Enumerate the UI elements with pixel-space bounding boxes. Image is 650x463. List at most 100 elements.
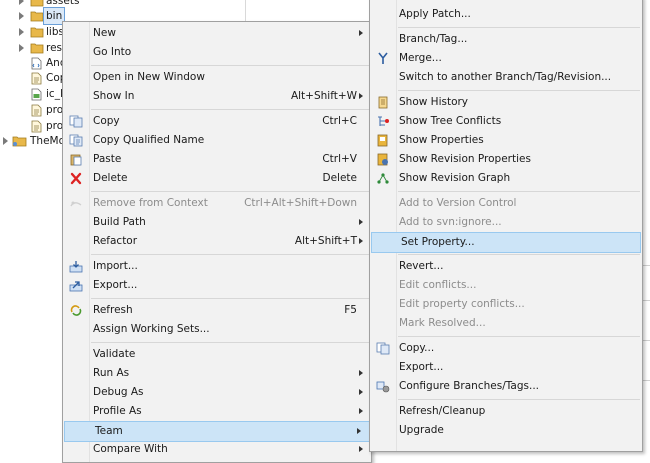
menu-item-show-history[interactable]: Show History <box>370 93 642 112</box>
menu-item-configure-branches-tags[interactable]: Configure Branches/Tags... <box>370 377 642 396</box>
tree-item-label: pro <box>46 104 64 116</box>
shortcut-label: Alt+Shift+W <box>290 90 357 102</box>
menu-item-upgrade[interactable]: Upgrade <box>370 421 642 440</box>
menu-item-import[interactable]: Import... <box>63 257 371 276</box>
menu-item-refresh-cleanup[interactable]: Refresh/Cleanup <box>370 402 642 421</box>
menu-item-label: Refresh/Cleanup <box>399 405 486 417</box>
menu-item-apply-patch[interactable]: Apply Patch... <box>370 5 642 24</box>
menu-item-label: Paste <box>93 153 122 165</box>
delete-icon <box>69 172 83 185</box>
remove-context-icon <box>69 197 83 210</box>
menu-item-export[interactable]: Export... <box>370 358 642 377</box>
properties-icon <box>376 134 390 147</box>
menu-item-merge[interactable]: Merge... <box>370 49 642 68</box>
menu-item-validate[interactable]: Validate <box>63 345 371 364</box>
menu-item-profile-as[interactable]: Profile As <box>63 402 371 421</box>
menu-item-label: Apply Patch... <box>399 8 471 20</box>
menu-item-label: Debug As <box>93 386 144 398</box>
menu-item-refresh[interactable]: Refresh F5 <box>63 301 371 320</box>
history-icon <box>376 96 390 109</box>
text-file-icon <box>30 104 43 117</box>
shortcut-label: Ctrl+V <box>322 153 357 165</box>
submenu-arrow-icon <box>359 389 363 395</box>
refresh-icon <box>69 304 83 317</box>
expand-arrow-icon[interactable] <box>19 0 24 5</box>
menu-item-label: Open in New Window <box>93 71 205 83</box>
menu-item-add-to-version-control: Add to Version Control <box>370 194 642 213</box>
menu-item-copy[interactable]: Copy... <box>370 339 642 358</box>
menu-item-debug-as[interactable]: Debug As <box>63 383 371 402</box>
menu-item-build-path[interactable]: Build Path <box>63 213 371 232</box>
xml-file-icon <box>30 57 43 70</box>
menu-item-label: Copy... <box>399 342 435 354</box>
tree-item-label: res <box>46 42 63 54</box>
expand-arrow-icon[interactable] <box>19 44 24 52</box>
menu-item-copy[interactable]: Copy Ctrl+C <box>63 112 371 131</box>
menu-item-assign-working-sets[interactable]: Assign Working Sets... <box>63 320 371 339</box>
shortcut-label: Ctrl+C <box>322 115 357 127</box>
menu-item-label: Upgrade <box>399 424 444 436</box>
menu-item-show-tree-conflicts[interactable]: Show Tree Conflicts <box>370 112 642 131</box>
tree-item-label: TheMo <box>30 135 66 147</box>
copy-qualified-name-icon <box>69 134 83 147</box>
submenu-arrow-icon <box>359 408 363 414</box>
menu-item-mark-resolved: Mark Resolved... <box>370 314 642 333</box>
menu-item-show-revision-properties[interactable]: Show Revision Properties <box>370 150 642 169</box>
menu-item-label: Refactor <box>93 235 138 247</box>
menu-item-team[interactable]: Team <box>64 421 370 442</box>
shortcut-label: Alt+Shift+T <box>294 235 357 247</box>
menu-item-switch-to-another-branch-tag-revision[interactable]: Switch to another Branch/Tag/Revision... <box>370 68 642 87</box>
expand-arrow-icon[interactable] <box>19 12 24 20</box>
menu-item-go-into[interactable]: Go Into <box>63 43 371 62</box>
submenu-arrow-icon <box>359 238 363 244</box>
submenu-arrow-icon <box>359 30 363 36</box>
copy-icon <box>69 115 83 128</box>
menu-item-label: Add to svn:ignore... <box>399 216 502 228</box>
menu-item-delete[interactable]: Delete Delete <box>63 169 371 188</box>
shortcut-label: F5 <box>344 304 357 316</box>
menu-item-show-properties[interactable]: Show Properties <box>370 131 642 150</box>
configure-branches-icon <box>376 380 390 393</box>
submenu-arrow-icon <box>359 370 363 376</box>
submenu-arrow-icon <box>359 93 363 99</box>
menu-item-copy-qualified-name[interactable]: Copy Qualified Name <box>63 131 371 150</box>
menu-item-label: Revert... <box>399 260 444 272</box>
menu-item-label: Copy Qualified Name <box>93 134 205 146</box>
menu-item-compare-with[interactable]: Compare With <box>63 440 371 459</box>
shortcut-label: Delete <box>322 172 358 184</box>
menu-item-revert[interactable]: Revert... <box>370 257 642 276</box>
menu-item-label: Refresh <box>93 304 133 316</box>
menu-item-branch-tag[interactable]: Branch/Tag... <box>370 30 642 49</box>
folder-icon <box>30 26 44 38</box>
menu-item-label: Import... <box>93 260 138 272</box>
context-menu: New Go Into Open in New Window Show In Alt+S… <box>62 21 372 463</box>
expand-arrow-icon[interactable] <box>19 28 24 36</box>
menu-item-label: Build Path <box>93 216 146 228</box>
menu-item-open-in-new-window[interactable]: Open in New Window <box>63 68 371 87</box>
export-icon <box>69 279 83 292</box>
expand-arrow-icon[interactable] <box>3 137 8 145</box>
menu-item-label: Profile As <box>93 405 142 417</box>
menu-item-show-revision-graph[interactable]: Show Revision Graph <box>370 169 642 188</box>
menu-item-paste[interactable]: Paste Ctrl+V <box>63 150 371 169</box>
submenu-arrow-icon <box>359 446 363 452</box>
menu-item-label: Show In <box>93 90 135 102</box>
menu-item-label: Compare With <box>93 443 168 455</box>
menu-separator <box>91 298 369 299</box>
menu-item-label: New <box>93 27 116 39</box>
menu-separator <box>398 399 640 400</box>
menu-item-label: Show Revision Graph <box>399 172 511 184</box>
paste-icon <box>69 153 83 166</box>
menu-item-run-as[interactable]: Run As <box>63 364 371 383</box>
tree-conflicts-icon <box>376 115 390 128</box>
menu-item-new[interactable]: New <box>63 24 371 43</box>
submenu-arrow-icon <box>359 219 363 225</box>
menu-item-edit-property-conflicts: Edit property conflicts... <box>370 295 642 314</box>
menu-item-label: Show Properties <box>399 134 484 146</box>
menu-item-show-in[interactable]: Show In Alt+Shift+W <box>63 87 371 106</box>
menu-item-label: Validate <box>93 348 136 360</box>
menu-item-export[interactable]: Export... <box>63 276 371 295</box>
menu-item-set-property[interactable]: Set Property... <box>371 232 641 253</box>
menu-item-label: Show Revision Properties <box>399 153 531 165</box>
menu-item-refactor[interactable]: Refactor Alt+Shift+T <box>63 232 371 251</box>
